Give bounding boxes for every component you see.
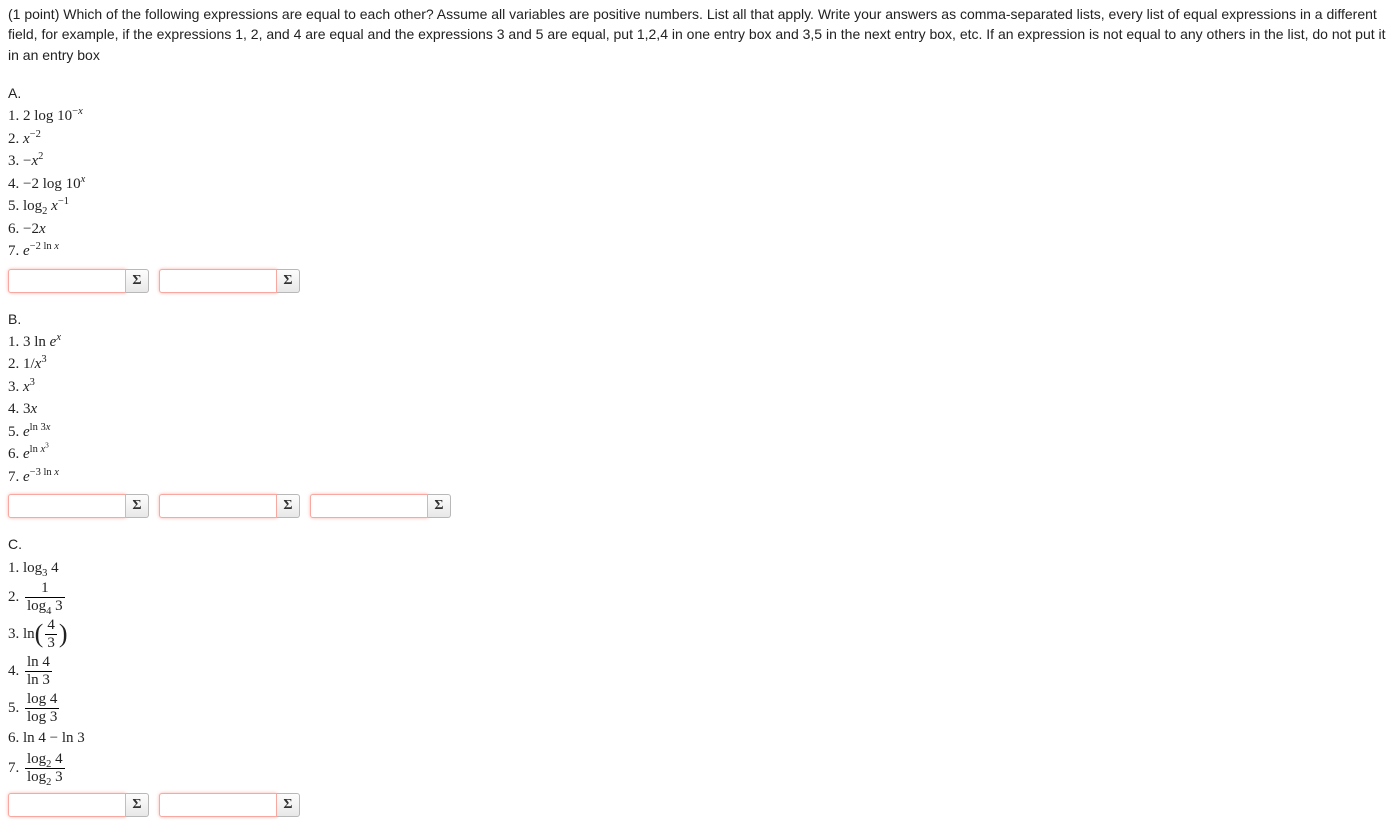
expression-item: 6. eln x3	[8, 443, 1391, 466]
expression-item: 6. −2x	[8, 218, 1391, 241]
section-c-answers: ΣΣ	[8, 793, 1391, 817]
section-a-label: A.	[8, 83, 1391, 103]
section-b-label: B.	[8, 309, 1391, 329]
sigma-button[interactable]: Σ	[428, 494, 451, 518]
answer-group: Σ	[159, 269, 300, 293]
expression-item: 2. 1/x3	[8, 353, 1391, 376]
expression-item: 7. log2 4log2 3	[8, 750, 1391, 787]
instruction-text: Which of the following expressions are e…	[8, 6, 1386, 63]
expression-item: 5. eln 3x	[8, 421, 1391, 444]
expression-item: 4. ln 4ln 3	[8, 653, 1391, 690]
answer-input[interactable]	[8, 793, 126, 817]
answer-input[interactable]	[159, 494, 277, 518]
section-a: A. 1. 2 log 10−x2. x−23. −x24. −2 log 10…	[8, 83, 1391, 293]
question-instructions: (1 point) Which of the following express…	[8, 4, 1391, 65]
points-label: (1 point)	[8, 6, 59, 22]
answer-group: Σ	[159, 494, 300, 518]
answer-group: Σ	[8, 793, 149, 817]
answer-input[interactable]	[159, 269, 277, 293]
expression-item: 3. −x2	[8, 150, 1391, 173]
section-a-answers: ΣΣ	[8, 269, 1391, 293]
expression-item: 4. 3x	[8, 398, 1391, 421]
expression-item: 5. log 4log 3	[8, 690, 1391, 727]
expression-item: 3. x3	[8, 376, 1391, 399]
answer-input[interactable]	[8, 494, 126, 518]
answer-group: Σ	[8, 269, 149, 293]
expression-item: 2. x−2	[8, 128, 1391, 151]
answer-group: Σ	[8, 494, 149, 518]
expression-item: 4. −2 log 10x	[8, 173, 1391, 196]
section-c-items: 1. log3 42. 1log4 33. ln(43)4. ln 4ln 35…	[8, 557, 1391, 787]
answer-input[interactable]	[8, 269, 126, 293]
answer-group: Σ	[310, 494, 451, 518]
section-b-answers: ΣΣΣ	[8, 494, 1391, 518]
answer-group: Σ	[159, 793, 300, 817]
section-a-items: 1. 2 log 10−x2. x−23. −x24. −2 log 10x5.…	[8, 105, 1391, 263]
expression-item: 1. 3 ln ex	[8, 331, 1391, 354]
sigma-button[interactable]: Σ	[126, 269, 149, 293]
expression-item: 2. 1log4 3	[8, 579, 1391, 616]
expression-item: 5. log2 x−1	[8, 195, 1391, 218]
expression-item: 6. ln 4 − ln 3	[8, 727, 1391, 750]
section-c: C. 1. log3 42. 1log4 33. ln(43)4. ln 4ln…	[8, 534, 1391, 816]
sigma-button[interactable]: Σ	[126, 793, 149, 817]
sigma-button[interactable]: Σ	[277, 269, 300, 293]
sigma-button[interactable]: Σ	[126, 494, 149, 518]
sigma-button[interactable]: Σ	[277, 793, 300, 817]
section-b-items: 1. 3 ln ex2. 1/x33. x34. 3x5. eln 3x6. e…	[8, 331, 1391, 489]
expression-item: 3. ln(43)	[8, 616, 1391, 653]
expression-item: 7. e−3 ln x	[8, 466, 1391, 489]
section-b: B. 1. 3 ln ex2. 1/x33. x34. 3x5. eln 3x6…	[8, 309, 1391, 519]
expression-item: 1. 2 log 10−x	[8, 105, 1391, 128]
sigma-button[interactable]: Σ	[277, 494, 300, 518]
section-c-label: C.	[8, 534, 1391, 554]
answer-input[interactable]	[159, 793, 277, 817]
expression-item: 1. log3 4	[8, 557, 1391, 580]
answer-input[interactable]	[310, 494, 428, 518]
expression-item: 7. e−2 ln x	[8, 240, 1391, 263]
